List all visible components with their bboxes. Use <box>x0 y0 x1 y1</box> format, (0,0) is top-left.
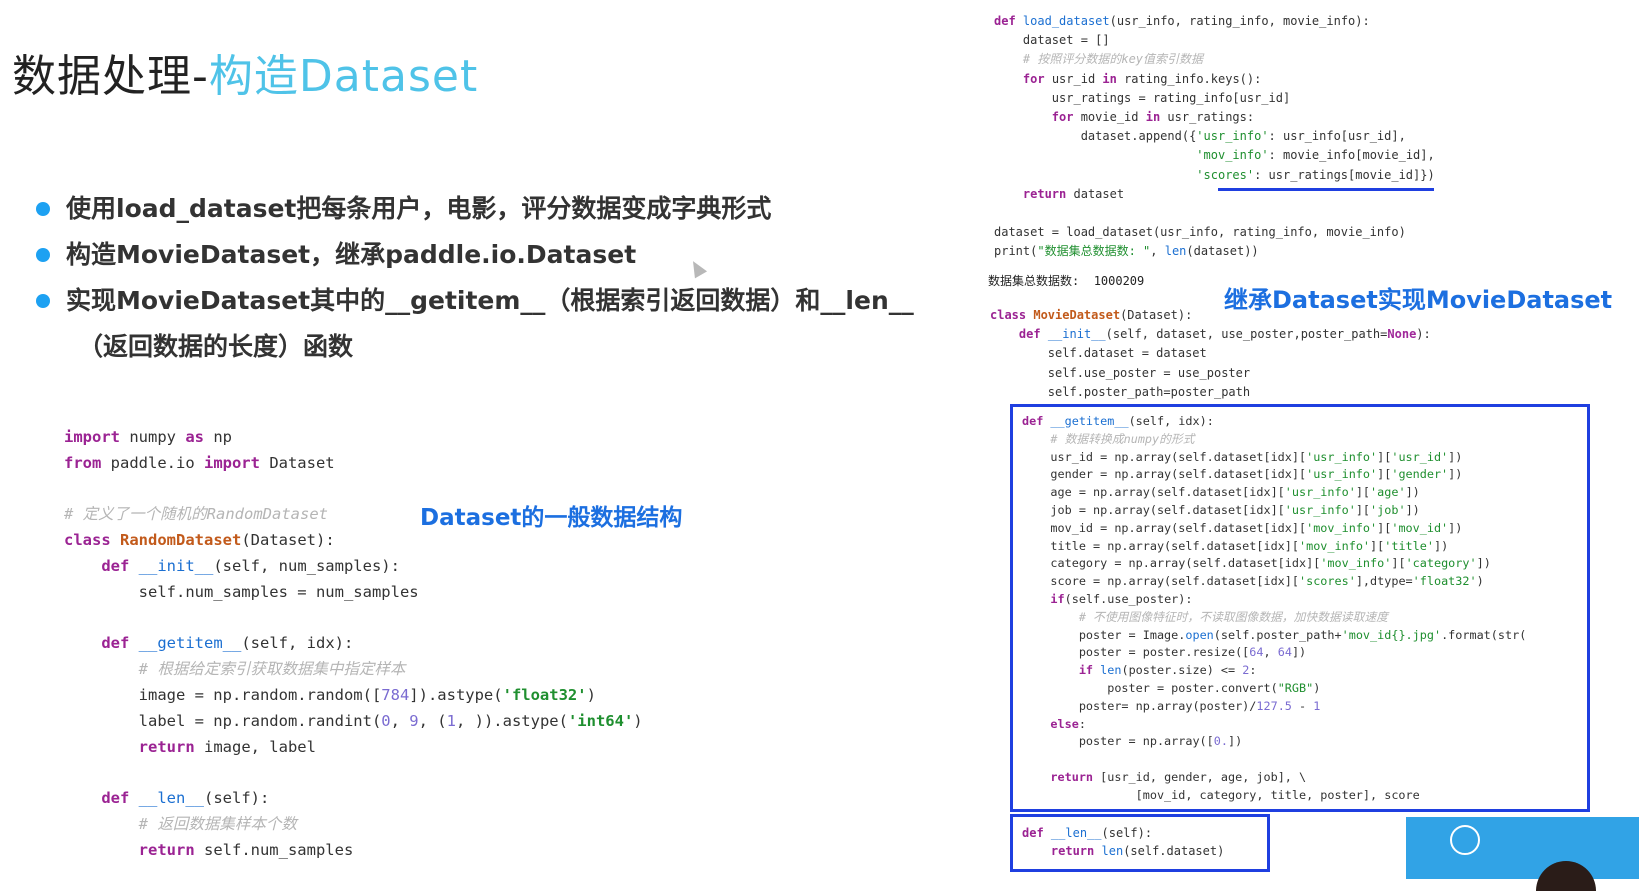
bullet-item: 构造MovieDataset，继承paddle.io.Dataset <box>36 232 916 278</box>
code-block-random-dataset: import numpy as np from paddle.io import… <box>64 428 643 859</box>
bullet-item: 实现MovieDataset其中的__getitem__（根据索引返回数据）和_… <box>36 278 916 370</box>
avatar <box>1536 861 1596 891</box>
bullet-dot-icon <box>36 202 50 216</box>
code-block-len: def __len__(self): return len(self.datas… <box>1022 826 1225 858</box>
slide-title: 数据处理-构造Dataset <box>12 40 478 104</box>
code-block-movie-dataset-init: class MovieDataset(Dataset): def __init_… <box>990 308 1431 399</box>
title-accent: 构造Dataset <box>208 51 479 102</box>
output-line: 数据集总数据数: 1000209 <box>988 274 1145 288</box>
title-prefix: 数据处理- <box>12 51 209 102</box>
bullet-list: 使用load_dataset把每条用户，电影，评分数据变成字典形式 构造Movi… <box>36 186 916 370</box>
code-block-load-dataset: def load_dataset(usr_info, rating_info, … <box>994 14 1435 259</box>
dataset-structure-label: Dataset的一般数据结构 <box>420 505 683 531</box>
bullet-dot-icon <box>36 248 50 262</box>
scores-underline <box>1218 188 1434 191</box>
circle-icon[interactable] <box>1450 825 1480 855</box>
presenter-video[interactable] <box>1406 817 1639 891</box>
bullet-dot-icon <box>36 294 50 308</box>
code-block-getitem: def __getitem__(self, idx): # 数据转换成numpy… <box>1022 414 1527 802</box>
bullet-item: 使用load_dataset把每条用户，电影，评分数据变成字典形式 <box>36 186 916 232</box>
